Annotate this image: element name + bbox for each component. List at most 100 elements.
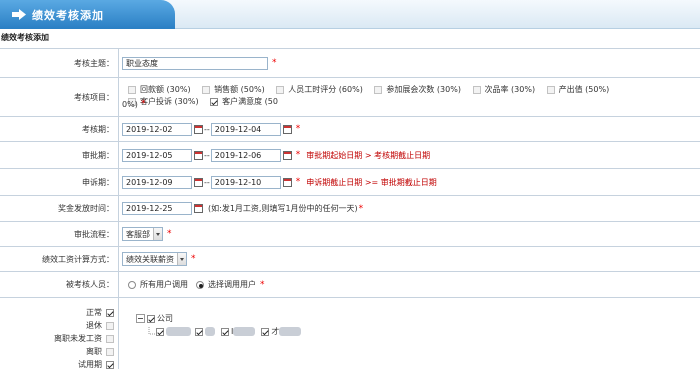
calendar-icon[interactable] xyxy=(282,150,292,160)
required-mark: * xyxy=(272,58,277,68)
subject-input[interactable]: 职业态度 xyxy=(122,56,268,70)
checkbox[interactable] xyxy=(374,86,383,94)
items-checkbox-group: 回款额 (30%) 销售额 (50%) 人员工时评分 (60%) 参加展会次数 … xyxy=(128,85,700,109)
row-approve-period: 审批期： 2019-12-05 -- 2019-12-06 * 审批期起始日期 … xyxy=(0,142,700,169)
tree-child-checkbox[interactable] xyxy=(221,327,229,336)
tree-child-prefix: 才 xyxy=(271,327,280,336)
user-tree: 公司 I 才 xyxy=(136,313,302,337)
appeal-end-input[interactable]: 2019-12-10 xyxy=(210,175,281,189)
tree-child-name-redacted xyxy=(205,327,215,336)
status-option[interactable]: 试用期 xyxy=(78,359,114,369)
checkbox[interactable] xyxy=(276,86,285,94)
checkbox[interactable] xyxy=(106,308,114,317)
date-separator: -- xyxy=(204,150,210,160)
item-option[interactable]: 客户投诉 (30%) xyxy=(128,97,199,107)
subject-label: 考核主题： xyxy=(0,49,119,77)
checkbox[interactable] xyxy=(128,86,136,94)
status-option[interactable]: 离职 xyxy=(86,346,114,357)
tree-child-checkbox[interactable] xyxy=(261,327,270,336)
tree-child-name-redacted xyxy=(279,327,302,336)
row-assessed: 被考核人员： 所有用户调用 选择调用用户 * xyxy=(0,272,700,298)
checkbox[interactable] xyxy=(546,86,555,94)
chevron-down-icon[interactable] xyxy=(177,253,186,265)
item-option[interactable]: 回款额 (30%) xyxy=(128,85,191,95)
status-list: 正常 退休 离职未发工资 离职 试用期 xyxy=(0,298,119,369)
tree-branch-line xyxy=(148,326,156,334)
approve-start-input[interactable]: 2019-12-05 xyxy=(122,148,192,162)
required-mark: * xyxy=(260,279,265,290)
radio-select-users-label: 选择调用用户 xyxy=(208,280,256,289)
items-label: 考核项目： xyxy=(0,78,119,116)
status-option[interactable]: 正常 xyxy=(86,307,114,318)
checkbox[interactable] xyxy=(210,98,219,106)
row-approval-flow: 审批流程： 客服部 * xyxy=(0,222,700,247)
calc-method-value: 绩效关联薪资 xyxy=(126,254,174,264)
add-form: 考核主题： 职业态度 * 考核项目： 回款额 (30%) 销售额 (50%) 人… xyxy=(0,48,700,369)
required-mark: * xyxy=(358,203,364,214)
tree-child-name-redacted xyxy=(233,327,256,336)
tree-children: I 才 xyxy=(148,326,302,337)
row-items: 考核项目： 回款额 (30%) 销售额 (50%) 人员工时评分 (60%) 参… xyxy=(0,78,700,117)
tree-child-checkbox[interactable] xyxy=(195,327,203,336)
row-subject: 考核主题： 职业态度 * xyxy=(0,49,700,78)
arrow-right-icon xyxy=(12,9,26,20)
radio-all-users[interactable] xyxy=(128,280,136,289)
approval-flow-select[interactable]: 客服部 xyxy=(122,227,163,241)
date-separator: -- xyxy=(204,124,210,134)
calendar-icon[interactable] xyxy=(282,177,292,187)
assess-start-input[interactable]: 2019-12-02 xyxy=(122,122,192,136)
assessed-label: 被考核人员： xyxy=(0,272,119,297)
bonus-time-label: 奖金发放时间： xyxy=(0,196,119,221)
page-title: 绩效考核添加 xyxy=(32,9,104,22)
appeal-period-label: 申诉期： xyxy=(0,169,119,195)
radio-select-users[interactable] xyxy=(196,280,204,289)
checkbox[interactable] xyxy=(106,360,114,369)
required-mark: * xyxy=(295,177,301,187)
appeal-hint: 申诉期截止日期 >= 审批期截止日期 xyxy=(306,177,437,187)
calc-method-select[interactable]: 绩效关联薪资 xyxy=(122,252,187,266)
chevron-down-icon[interactable] xyxy=(153,228,162,240)
checkbox[interactable] xyxy=(106,347,114,356)
checkbox[interactable] xyxy=(106,321,114,330)
status-option[interactable]: 退休 xyxy=(86,320,114,331)
approve-period-label: 审批期： xyxy=(0,142,119,168)
checkbox[interactable] xyxy=(202,86,211,94)
appeal-start-input[interactable]: 2019-12-09 xyxy=(122,175,192,189)
calendar-icon[interactable] xyxy=(194,177,203,187)
item-option[interactable]: 客户满意度 (50 xyxy=(210,97,278,107)
date-separator: -- xyxy=(204,177,210,187)
item-option[interactable]: 次品率 (30%) xyxy=(472,85,535,95)
required-mark: * xyxy=(167,229,172,239)
status-option[interactable]: 离职未发工资 xyxy=(54,333,114,344)
tree-root-label: 公司 xyxy=(157,314,173,323)
section-title: 绩效考核添加 xyxy=(1,33,49,42)
required-mark: * xyxy=(141,99,146,109)
bonus-hint: (如:发1月工资,则填写1月份中的任何一天) xyxy=(208,204,358,213)
approve-end-input[interactable]: 2019-12-06 xyxy=(210,148,281,162)
required-mark: * xyxy=(295,150,301,160)
tree-collapse-icon[interactable] xyxy=(136,314,145,323)
assess-period-label: 考核期： xyxy=(0,117,119,141)
calendar-icon[interactable] xyxy=(194,150,203,160)
assess-end-input[interactable]: 2019-12-04 xyxy=(210,122,281,136)
row-bonus-time: 奖金发放时间： 2019-12-25 (如:发1月工资,则填写1月份中的任何一天… xyxy=(0,196,700,222)
bonus-date-input[interactable]: 2019-12-25 xyxy=(122,202,192,215)
checkbox[interactable] xyxy=(106,334,114,343)
row-calc-method: 绩效工资计算方式： 绩效关联薪资 * xyxy=(0,247,700,272)
item-option[interactable]: 产出值 (50%) xyxy=(546,85,609,95)
item-option[interactable]: 销售额 (50%) xyxy=(202,85,265,95)
item-option[interactable]: 人员工时评分 (60%) xyxy=(276,85,363,95)
approval-flow-label: 审批流程： xyxy=(0,222,119,246)
tree-root-checkbox[interactable] xyxy=(147,314,155,323)
item-option[interactable]: 参加展会次数 (30%) xyxy=(374,85,461,95)
required-mark: * xyxy=(191,254,196,264)
calendar-icon[interactable] xyxy=(194,204,203,213)
items-wrap-text: 0%) xyxy=(122,100,138,109)
calendar-icon[interactable] xyxy=(194,124,203,134)
checkbox[interactable] xyxy=(472,86,481,94)
tree-root: 公司 xyxy=(136,313,301,324)
calendar-icon[interactable] xyxy=(282,124,292,134)
calc-method-label: 绩效工资计算方式： xyxy=(0,247,119,271)
required-mark: * xyxy=(295,124,301,134)
tree-child-checkbox[interactable] xyxy=(156,327,164,336)
